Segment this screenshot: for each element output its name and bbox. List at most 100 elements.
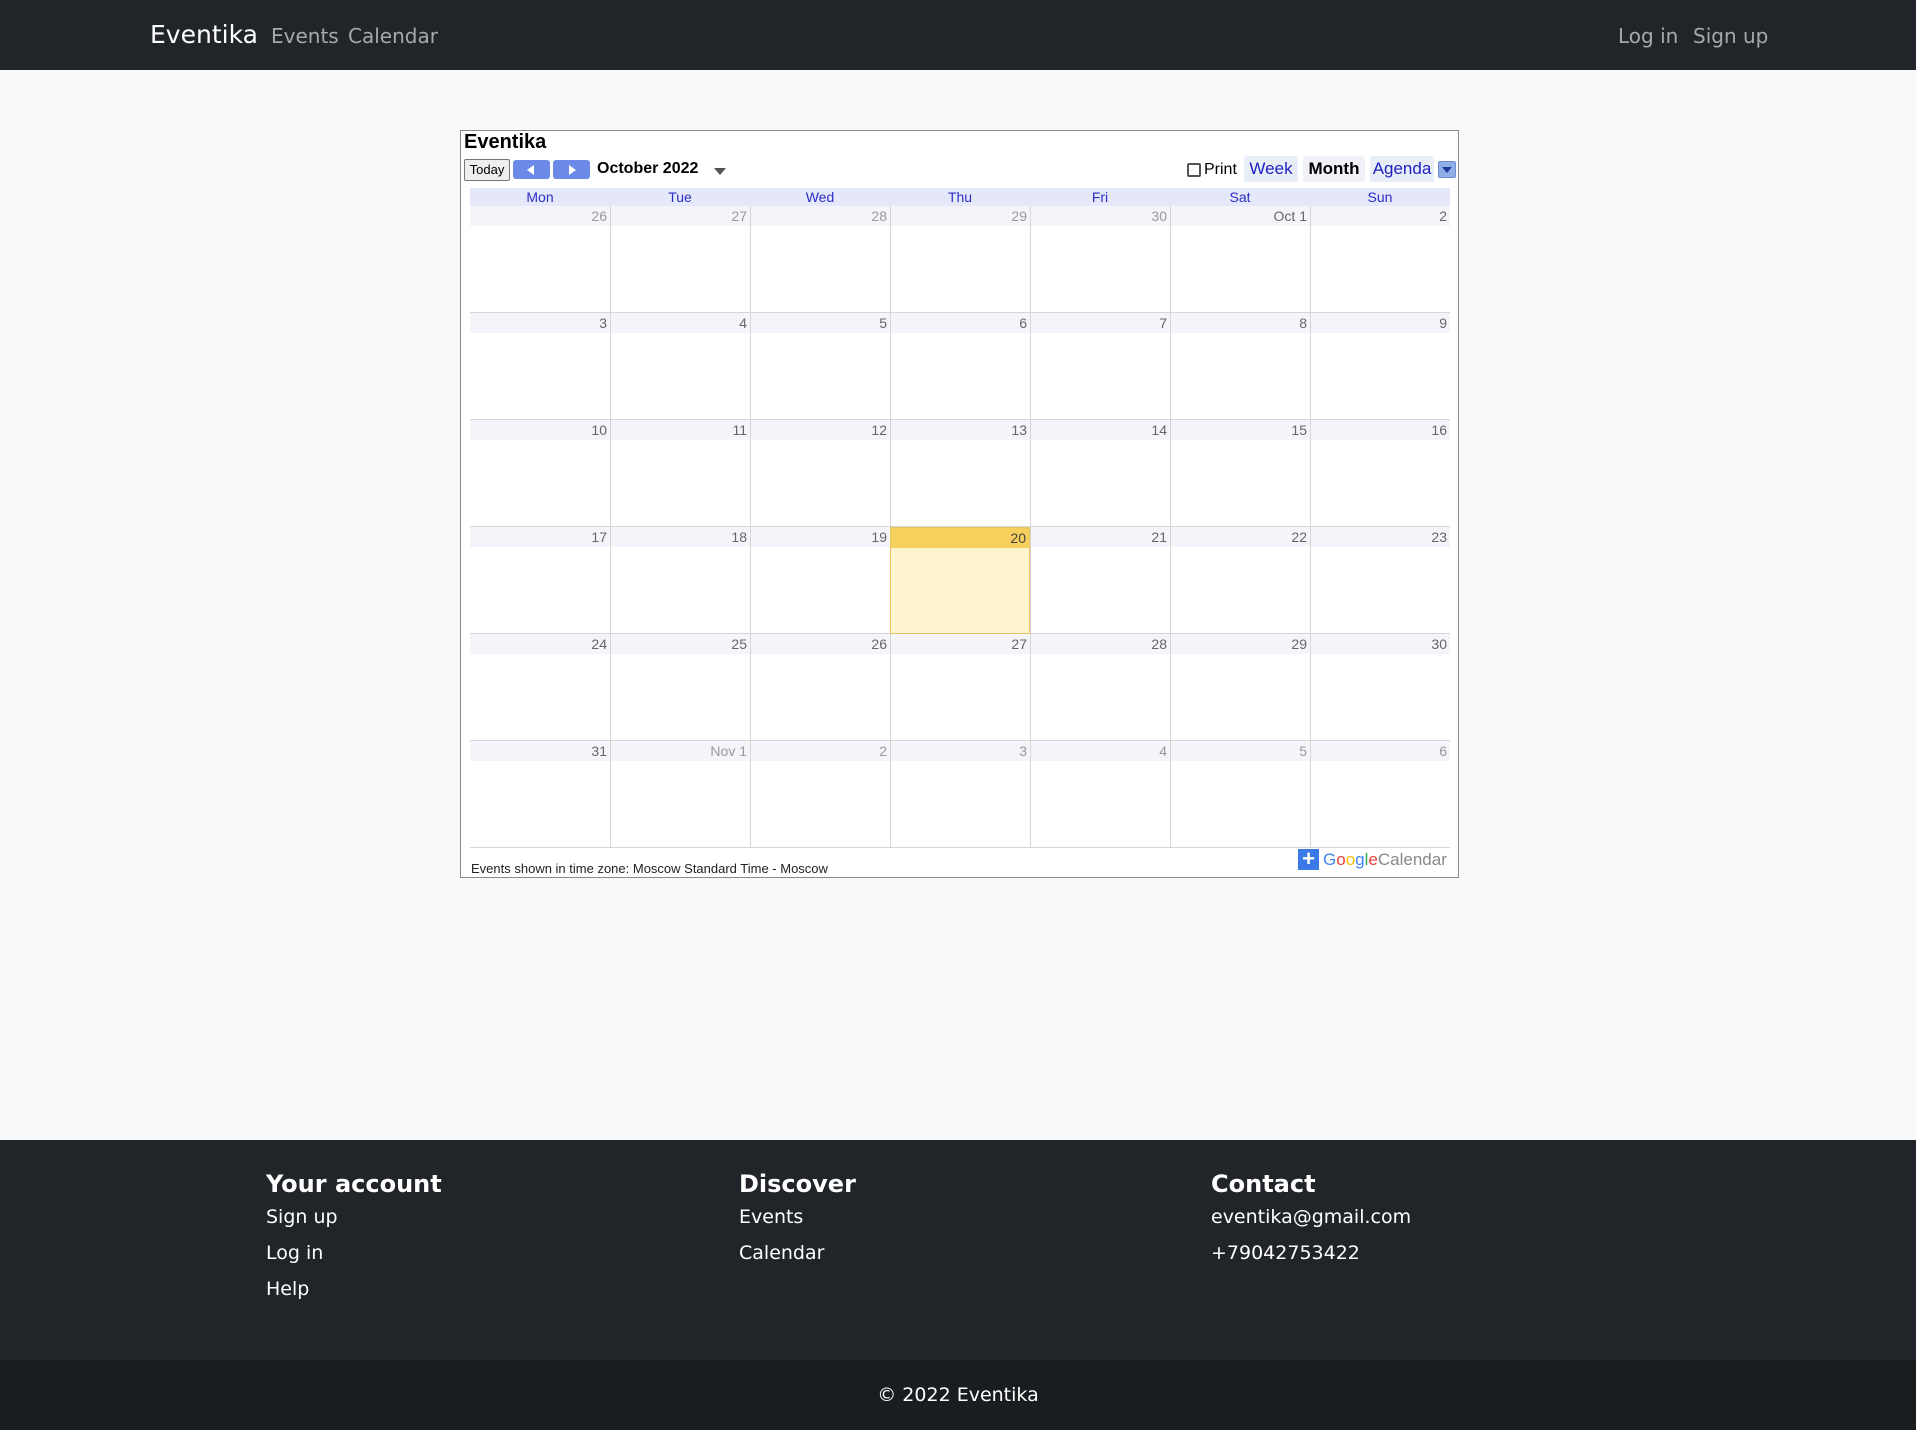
- current-month-label[interactable]: October 2022: [597, 160, 698, 178]
- calendar-day-cell[interactable]: 15: [1170, 420, 1310, 527]
- calendar-day-cell[interactable]: 7: [1030, 313, 1170, 420]
- footer-email-link[interactable]: eventika@gmail.com: [1211, 1206, 1411, 1228]
- day-number[interactable]: 8: [1171, 313, 1310, 333]
- calendar-day-cell[interactable]: 5: [750, 313, 890, 420]
- view-dropdown-button[interactable]: [1438, 161, 1456, 178]
- day-number[interactable]: 5: [751, 313, 890, 333]
- day-number[interactable]: 19: [751, 527, 890, 547]
- calendar-day-cell[interactable]: 26: [470, 206, 610, 313]
- calendar-day-cell[interactable]: Oct 1: [1170, 206, 1310, 313]
- day-number[interactable]: 6: [891, 313, 1030, 333]
- calendar-day-cell-today[interactable]: 20: [890, 527, 1030, 634]
- day-number[interactable]: 4: [611, 313, 750, 333]
- calendar-day-cell[interactable]: 9: [1310, 313, 1450, 420]
- day-number[interactable]: Oct 1: [1171, 206, 1310, 226]
- day-number[interactable]: Nov 1: [611, 741, 750, 761]
- calendar-day-cell[interactable]: 28: [1030, 634, 1170, 741]
- calendar-day-cell[interactable]: 19: [750, 527, 890, 634]
- calendar-day-cell[interactable]: 30: [1030, 206, 1170, 313]
- calendar-day-cell[interactable]: 26: [750, 634, 890, 741]
- calendar-day-cell[interactable]: 18: [610, 527, 750, 634]
- nav-events-link[interactable]: Events: [271, 24, 339, 48]
- calendar-day-cell[interactable]: 12: [750, 420, 890, 527]
- day-number[interactable]: 24: [470, 634, 610, 654]
- day-number[interactable]: 26: [470, 206, 610, 226]
- calendar-day-cell[interactable]: 24: [470, 634, 610, 741]
- day-number[interactable]: 26: [751, 634, 890, 654]
- day-number[interactable]: 17: [470, 527, 610, 547]
- day-number[interactable]: 3: [470, 313, 610, 333]
- day-number[interactable]: 4: [1031, 741, 1170, 761]
- day-number[interactable]: 16: [1311, 420, 1450, 440]
- calendar-day-cell[interactable]: 3: [890, 741, 1030, 848]
- footer-login-link[interactable]: Log in: [266, 1242, 442, 1264]
- nav-calendar-link[interactable]: Calendar: [348, 24, 438, 48]
- day-number[interactable]: 27: [891, 634, 1030, 654]
- footer-phone-link[interactable]: +79042753422: [1211, 1242, 1411, 1264]
- calendar-day-cell[interactable]: 28: [750, 206, 890, 313]
- calendar-day-cell[interactable]: 16: [1310, 420, 1450, 527]
- footer-help-link[interactable]: Help: [266, 1278, 442, 1300]
- calendar-day-cell[interactable]: 14: [1030, 420, 1170, 527]
- footer-signup-link[interactable]: Sign up: [266, 1206, 442, 1228]
- day-number[interactable]: 30: [1311, 634, 1450, 654]
- day-number[interactable]: 14: [1031, 420, 1170, 440]
- day-number[interactable]: 7: [1031, 313, 1170, 333]
- nav-login-link[interactable]: Log in: [1618, 24, 1678, 48]
- calendar-day-cell[interactable]: 22: [1170, 527, 1310, 634]
- day-number[interactable]: 6: [1311, 741, 1450, 761]
- day-number[interactable]: 15: [1171, 420, 1310, 440]
- day-number[interactable]: 27: [611, 206, 750, 226]
- day-number[interactable]: 10: [470, 420, 610, 440]
- day-number[interactable]: 28: [751, 206, 890, 226]
- day-number[interactable]: 21: [1031, 527, 1170, 547]
- calendar-day-cell[interactable]: Nov 1: [610, 741, 750, 848]
- calendar-day-cell[interactable]: 6: [890, 313, 1030, 420]
- day-number[interactable]: 2: [1311, 206, 1450, 226]
- calendar-day-cell[interactable]: 6: [1310, 741, 1450, 848]
- day-number[interactable]: 29: [1171, 634, 1310, 654]
- calendar-day-cell[interactable]: 3: [470, 313, 610, 420]
- day-number[interactable]: 20: [891, 528, 1029, 548]
- day-number[interactable]: 28: [1031, 634, 1170, 654]
- calendar-day-cell[interactable]: 2: [1310, 206, 1450, 313]
- day-number[interactable]: 9: [1311, 313, 1450, 333]
- calendar-day-cell[interactable]: 2: [750, 741, 890, 848]
- calendar-day-cell[interactable]: 4: [610, 313, 750, 420]
- day-number[interactable]: 3: [891, 741, 1030, 761]
- calendar-day-cell[interactable]: 31: [470, 741, 610, 848]
- day-number[interactable]: 12: [751, 420, 890, 440]
- calendar-day-cell[interactable]: 25: [610, 634, 750, 741]
- print-button[interactable]: Print: [1187, 161, 1237, 179]
- calendar-day-cell[interactable]: 23: [1310, 527, 1450, 634]
- day-number[interactable]: 25: [611, 634, 750, 654]
- next-month-button[interactable]: [553, 160, 590, 179]
- calendar-day-cell[interactable]: 4: [1030, 741, 1170, 848]
- calendar-day-cell[interactable]: 27: [890, 634, 1030, 741]
- day-number[interactable]: 5: [1171, 741, 1310, 761]
- day-number[interactable]: 23: [1311, 527, 1450, 547]
- today-button[interactable]: Today: [464, 159, 510, 181]
- calendar-day-cell[interactable]: 21: [1030, 527, 1170, 634]
- calendar-day-cell[interactable]: 30: [1310, 634, 1450, 741]
- footer-events-link[interactable]: Events: [739, 1206, 856, 1228]
- day-number[interactable]: 29: [891, 206, 1030, 226]
- day-number[interactable]: 22: [1171, 527, 1310, 547]
- calendar-day-cell[interactable]: 27: [610, 206, 750, 313]
- day-number[interactable]: 13: [891, 420, 1030, 440]
- prev-month-button[interactable]: [513, 160, 550, 179]
- nav-signup-link[interactable]: Sign up: [1693, 24, 1768, 48]
- brand-logo[interactable]: Eventika: [150, 20, 258, 49]
- tab-month[interactable]: Month: [1303, 156, 1365, 182]
- calendar-day-cell[interactable]: 11: [610, 420, 750, 527]
- day-number[interactable]: 31: [470, 741, 610, 761]
- calendar-day-cell[interactable]: 17: [470, 527, 610, 634]
- tab-agenda[interactable]: Agenda: [1370, 156, 1434, 182]
- calendar-day-cell[interactable]: 5: [1170, 741, 1310, 848]
- day-number[interactable]: 2: [751, 741, 890, 761]
- tab-week[interactable]: Week: [1244, 156, 1298, 182]
- day-number[interactable]: 30: [1031, 206, 1170, 226]
- calendar-day-cell[interactable]: 10: [470, 420, 610, 527]
- month-picker-caret-icon[interactable]: [714, 168, 726, 175]
- google-calendar-badge[interactable]: + GoogleCalendar: [1298, 848, 1451, 872]
